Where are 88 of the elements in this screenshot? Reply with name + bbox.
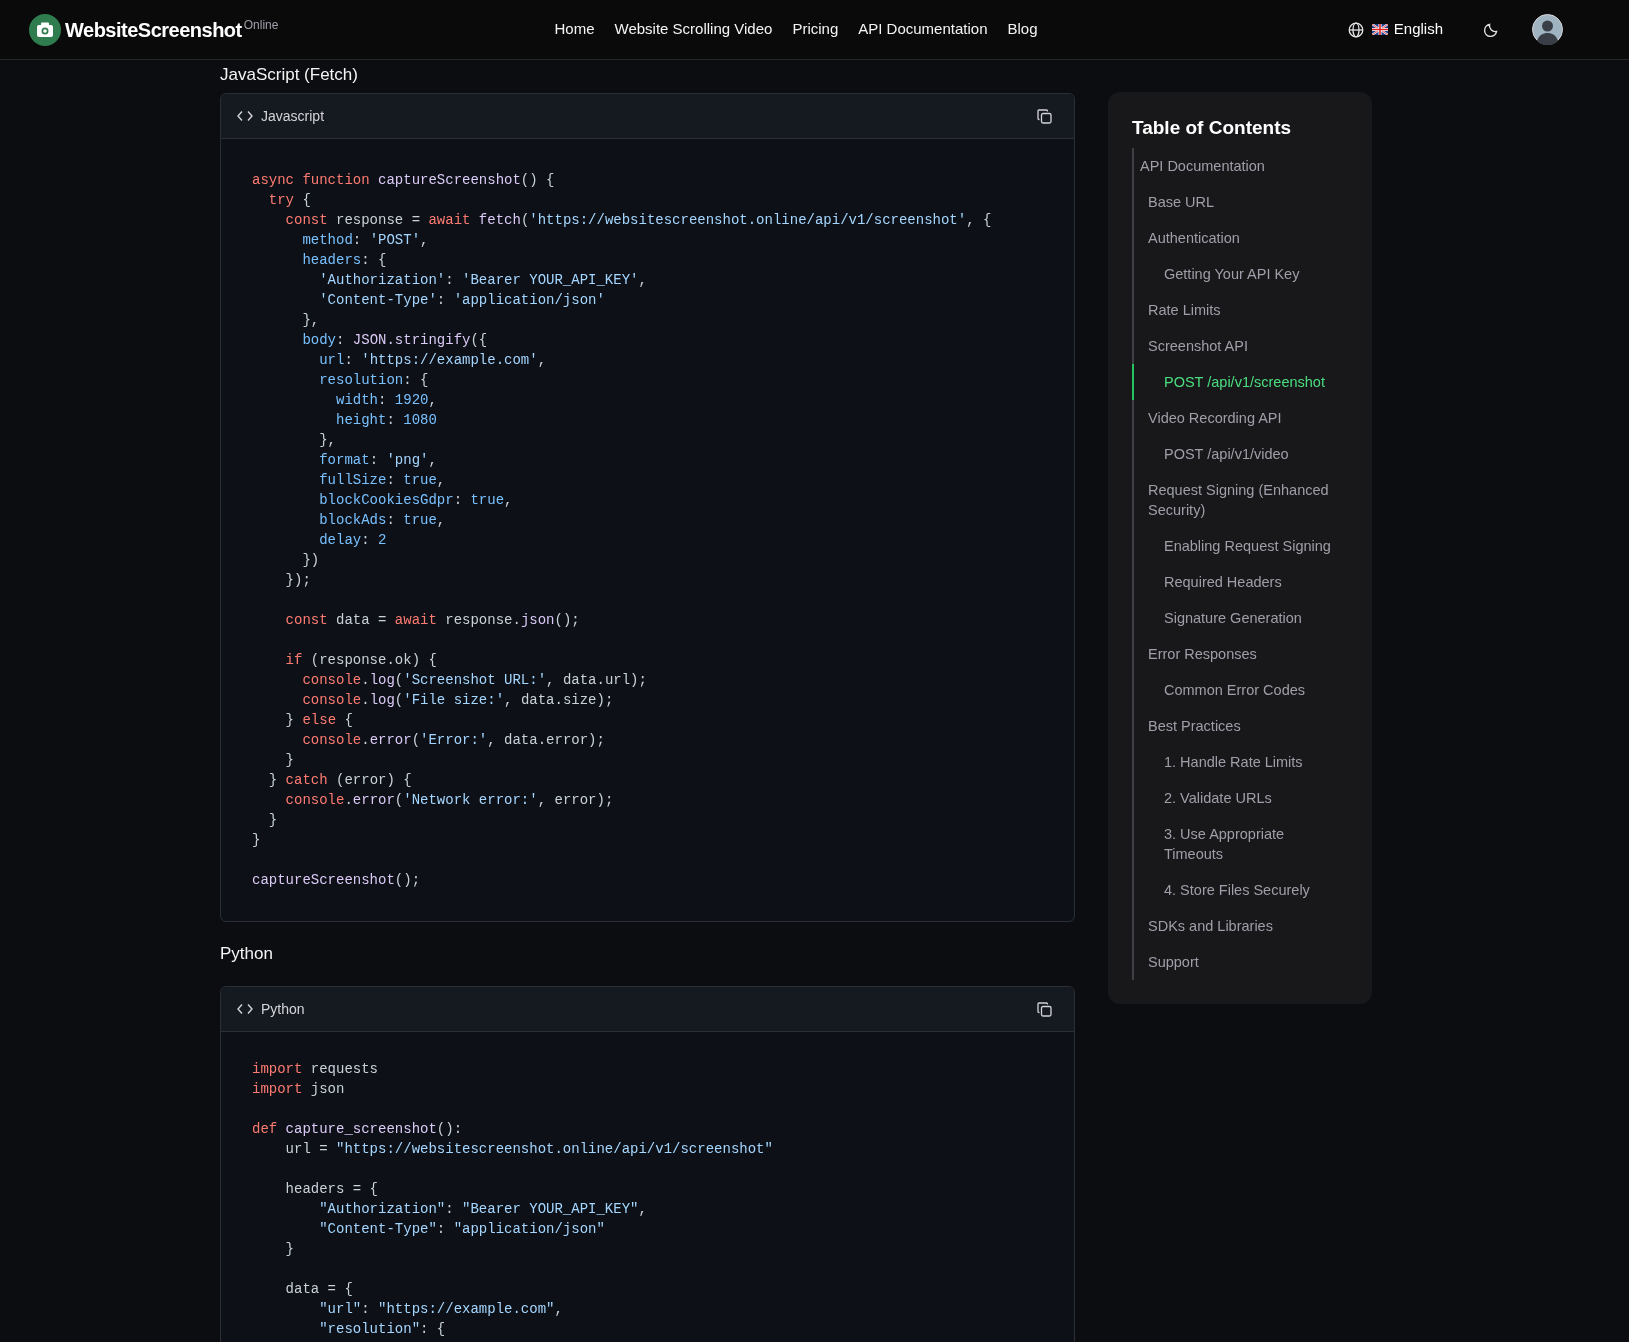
code-line: blockCookiesGdpr: true, (318, 491, 513, 510)
section-heading: Python (220, 943, 274, 965)
code-line: console.error('Network error:', error); (284, 791, 614, 810)
nav-link[interactable]: API Documentation (858, 18, 988, 41)
code-line: } (284, 1240, 294, 1259)
code-line: method: 'POST', (301, 231, 429, 250)
toc-link[interactable]: POST /api/v1/screenshot (1132, 364, 1336, 400)
toc-link[interactable]: Screenshot API (1132, 328, 1336, 364)
code-line: async function captureScreenshot() { (252, 171, 555, 190)
code-line: if (response.ok) { (284, 651, 437, 670)
code-icon (237, 1003, 253, 1015)
toc-link[interactable]: Rate Limits (1132, 292, 1336, 328)
code-line: }, (301, 311, 320, 330)
toc-link[interactable]: SDKs and Libraries (1132, 908, 1336, 944)
toc-link[interactable]: 1. Handle Rate Limits (1132, 744, 1336, 780)
logo-text[interactable]: WebsiteScreenshot (65, 14, 242, 45)
code-line: const data = await response.json(); (284, 611, 580, 630)
code-line: format: 'png', (318, 451, 437, 470)
code-line: const response = await fetch('https://websitescreenshot.online/api/v1/screenshot', { (284, 211, 992, 230)
language-selector[interactable]: English (1393, 18, 1443, 41)
code-line: height: 1080 (335, 411, 437, 430)
code-line: }); (284, 571, 311, 590)
code-line: delay: 2 (318, 531, 387, 550)
section-heading: JavaScript (Fetch) (220, 64, 359, 86)
nav-link[interactable]: Home (554, 18, 595, 41)
code-line: "resolution": { (318, 1320, 446, 1339)
toc-link[interactable]: Best Practices (1132, 708, 1336, 744)
toc-link[interactable]: Authentication (1132, 220, 1336, 256)
toc-link[interactable]: Request Signing (Enhanced Security) (1132, 472, 1336, 528)
uk-flag-icon (1371, 24, 1388, 35)
code-line: } (267, 811, 278, 830)
code-line: captureScreenshot(); (252, 871, 421, 890)
code-line: url: 'https://example.com', (318, 351, 547, 370)
code-line: } else { (284, 711, 353, 730)
copy-button[interactable] (1036, 1001, 1052, 1017)
toc-link[interactable]: Base URL (1132, 184, 1336, 220)
code-line: def capture_screenshot(): (252, 1120, 463, 1139)
code-line: import json (252, 1080, 345, 1099)
code-line: } (284, 751, 294, 770)
toc-link[interactable]: Common Error Codes (1132, 672, 1336, 708)
toc-link[interactable]: Error Responses (1132, 636, 1336, 672)
toc-title: Table of Contents (1132, 116, 1293, 140)
code-language-label: Python (261, 999, 306, 1019)
toc-link[interactable]: 4. Store Files Securely (1132, 872, 1336, 908)
toc-link[interactable]: Signature Generation (1132, 600, 1336, 636)
code-line: "url": "https://example.com", (318, 1300, 563, 1319)
code-line: headers: { (301, 251, 387, 270)
code-language-label: Javascript (261, 106, 326, 126)
code-line: width: 1920, (335, 391, 437, 410)
logo-suffix: Online (243, 16, 279, 34)
toc-link[interactable]: POST /api/v1/video (1132, 436, 1336, 472)
code-line: 'Authorization': 'Bearer YOUR_API_KEY', (318, 271, 647, 290)
camera-logo-icon (29, 13, 61, 46)
nav-link[interactable]: Blog (1007, 18, 1038, 41)
code-line: blockAds: true, (318, 511, 446, 530)
code-line: console.error('Error:', data.error); (301, 731, 605, 750)
toc-link[interactable]: Support (1132, 944, 1336, 980)
code-line: import requests (252, 1060, 379, 1079)
code-line: data = { (284, 1280, 353, 1299)
code-line: 'Content-Type': 'application/json' (318, 291, 605, 310)
code-line: console.log('Screenshot URL:', data.url); (301, 671, 647, 690)
code-line: }) (301, 551, 320, 570)
toc-link[interactable]: Getting Your API Key (1132, 256, 1336, 292)
toc-link[interactable]: API Documentation (1132, 148, 1336, 184)
moon-icon[interactable] (1483, 21, 1499, 38)
code-line: } catch (error) { (267, 771, 412, 790)
code-line: "Authorization": "Bearer YOUR_API_KEY", (318, 1200, 647, 1219)
nav-link[interactable]: Website Scrolling Video (614, 18, 773, 41)
toc-link[interactable]: 3. Use Appropriate Timeouts (1132, 816, 1336, 872)
code-line: fullSize: true, (318, 471, 446, 490)
code-icon (237, 110, 253, 122)
globe-icon[interactable] (1347, 21, 1364, 38)
nav-link[interactable]: Pricing (792, 18, 839, 41)
code-line: url = "https://websitescreenshot.online/api/v1/screenshot" (284, 1140, 773, 1159)
avatar[interactable] (1532, 14, 1563, 45)
toc-link[interactable]: Enabling Request Signing (1132, 528, 1336, 564)
toc-link[interactable]: Required Headers (1132, 564, 1336, 600)
copy-button[interactable] (1036, 108, 1052, 124)
toc-link[interactable]: 2. Validate URLs (1132, 780, 1336, 816)
code-line: }, (318, 431, 336, 450)
code-line: "Content-Type": "application/json" (318, 1220, 605, 1239)
code-line: headers = { (284, 1180, 379, 1199)
code-line: resolution: { (318, 371, 429, 390)
code-line: } (252, 831, 261, 850)
code-line: try { (267, 191, 311, 210)
toc-link[interactable]: Video Recording API (1132, 400, 1336, 436)
code-line: console.log('File size:', data.size); (301, 691, 614, 710)
code-line: body: JSON.stringify({ (301, 331, 488, 350)
